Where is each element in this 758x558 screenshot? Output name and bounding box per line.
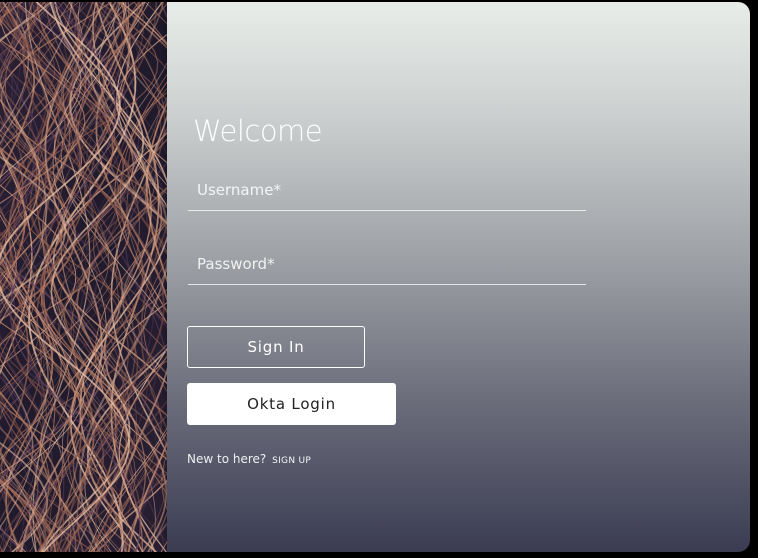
sign-up-link[interactable]: SIGN UP — [272, 456, 311, 466]
password-input[interactable] — [188, 244, 586, 284]
welcome-heading: Welcome — [193, 114, 323, 148]
username-input[interactable] — [188, 170, 586, 210]
signup-row: New to here? SIGN UP — [187, 452, 311, 466]
okta-login-button[interactable]: Okta Login — [187, 383, 396, 425]
login-panel: Welcome Sign In Okta Login New to here? … — [167, 2, 750, 552]
login-screen: Welcome Sign In Okta Login New to here? … — [0, 0, 758, 558]
sign-in-button[interactable]: Sign In — [187, 326, 365, 368]
decorative-hair-artwork — [0, 2, 168, 552]
signup-prompt: New to here? — [187, 452, 267, 466]
password-field-container — [188, 244, 586, 285]
username-field-container — [188, 170, 586, 211]
